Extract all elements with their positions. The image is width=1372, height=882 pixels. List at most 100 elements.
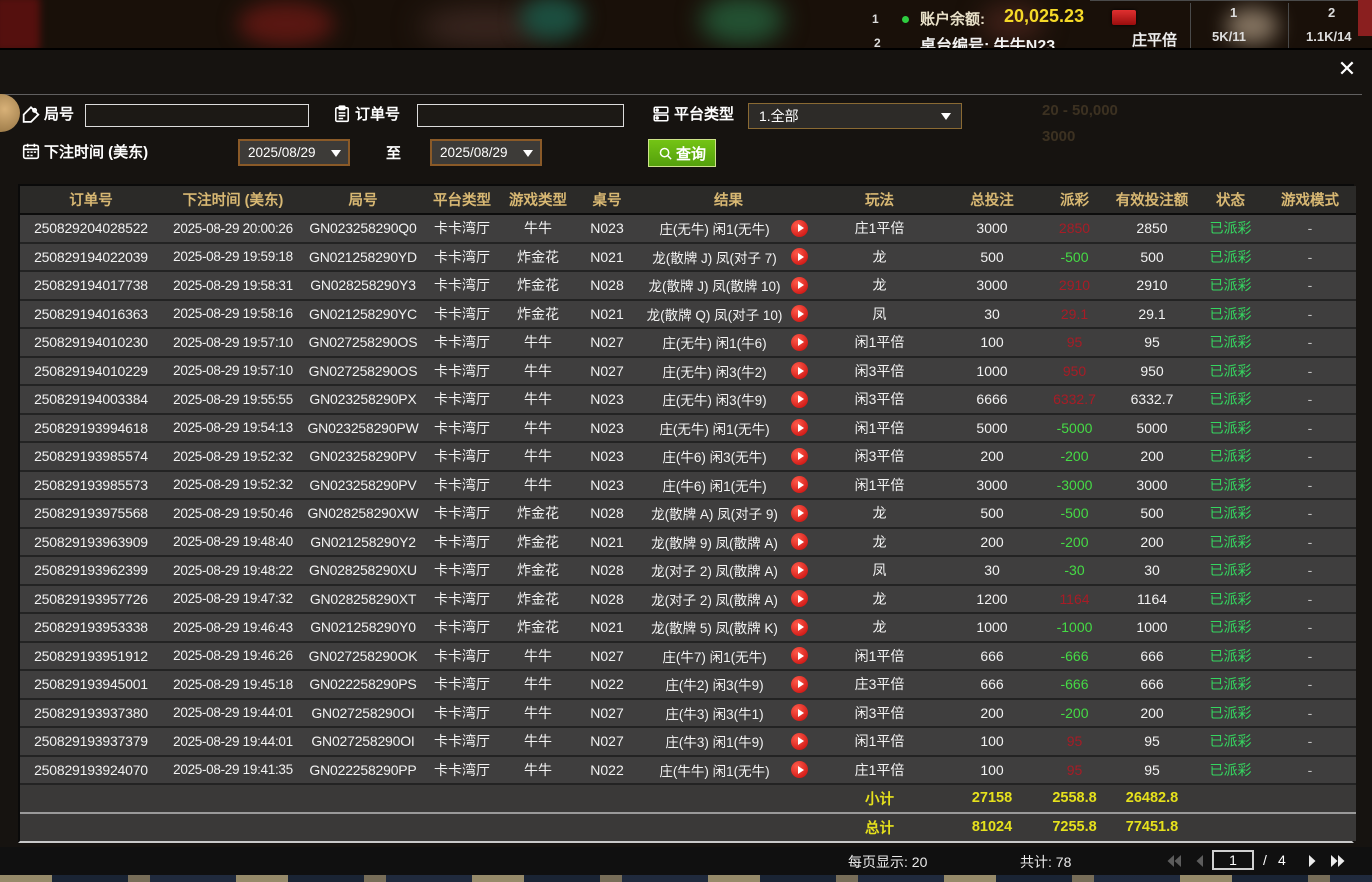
result-text: 庄(牛6) 闲3(无牛) (662, 450, 766, 465)
result-text: 龙(散牌 5) 凤(散牌 K) (651, 621, 778, 636)
replay-video-icon[interactable] (791, 733, 808, 750)
replay-video-icon[interactable] (791, 391, 808, 408)
last-page-icon[interactable] (1330, 854, 1346, 868)
cell-play-type: 龙 (817, 271, 942, 300)
cell-result: 龙(散牌 J) 凤(散牌 10) (640, 271, 817, 300)
cell-table-no: N022 (574, 670, 640, 699)
cell-play-type: 龙 (817, 585, 942, 614)
date-from-select[interactable]: 2025/08/29 (238, 139, 350, 166)
cell-play-type: 龙 (817, 528, 942, 557)
summary-spacer (1264, 784, 1356, 813)
first-page-icon[interactable] (1166, 854, 1182, 868)
summary-label: 小计 (817, 784, 942, 813)
cell-game-type: 牛牛 (502, 328, 574, 357)
replay-video-icon[interactable] (791, 704, 808, 721)
cell-table-no: N027 (574, 357, 640, 386)
cell-table-no: N028 (574, 585, 640, 614)
page-separator: / (1263, 852, 1267, 868)
close-icon[interactable]: ✕ (1334, 56, 1360, 82)
pagination-footer: 每页显示: 20 共计: 78 / 4 (0, 847, 1372, 875)
replay-video-icon[interactable] (791, 505, 808, 522)
platform-type-select[interactable]: 1.全部 (748, 103, 962, 129)
cell-game-mode: - (1264, 414, 1356, 443)
cell-valid-bet: 950 (1107, 357, 1197, 386)
replay-video-icon[interactable] (791, 277, 808, 294)
result-text: 庄(牛3) 闲3(牛1) (665, 707, 763, 722)
replay-video-icon[interactable] (791, 334, 808, 351)
replay-video-icon[interactable] (791, 220, 808, 237)
cell-game-type: 炸金花 (502, 271, 574, 300)
replay-video-icon[interactable] (791, 362, 808, 379)
cell-payout: -1000 (1042, 613, 1107, 642)
replay-video-icon[interactable] (791, 248, 808, 265)
cell-order-id: 250829193937379 (20, 727, 162, 756)
cell-platform: 卡卡湾厅 (422, 300, 502, 329)
cell-platform: 卡卡湾厅 (422, 385, 502, 414)
seat-number-2: 2 (874, 36, 881, 48)
cell-game-type: 牛牛 (502, 385, 574, 414)
cell-round-id: GN021258290Y0 (304, 613, 422, 642)
table-row: 2508291939373802025-08-29 19:44:01GN0272… (20, 699, 1356, 728)
cell-game-type: 牛牛 (502, 642, 574, 671)
replay-video-icon[interactable] (791, 562, 808, 579)
search-button[interactable]: 查询 (648, 139, 716, 167)
replay-video-icon[interactable] (791, 647, 808, 664)
round-number-input[interactable] (85, 104, 309, 127)
order-number-input[interactable] (417, 104, 624, 127)
cell-valid-bet: 2910 (1107, 271, 1197, 300)
replay-video-icon[interactable] (791, 533, 808, 550)
cell-valid-bet: 666 (1107, 642, 1197, 671)
limit-col-2: 2 (1328, 5, 1335, 20)
replay-video-icon[interactable] (791, 476, 808, 493)
cell-result: 庄(无牛) 闲3(牛2) (640, 357, 817, 386)
cell-valid-bet: 95 (1107, 756, 1197, 785)
cell-result: 庄(牛7) 闲1(无牛) (640, 642, 817, 671)
bet-time-label: 下注时间 (美东) (44, 143, 148, 163)
replay-video-icon[interactable] (791, 761, 808, 778)
cell-round-id: GN023258290Q0 (304, 214, 422, 243)
cell-bet-time: 2025-08-29 19:47:32 (162, 585, 304, 614)
replay-video-icon[interactable] (791, 305, 808, 322)
cell-play-type: 凤 (817, 556, 942, 585)
cell-game-mode: - (1264, 328, 1356, 357)
result-text: 庄(无牛) 闲1(无牛) (659, 222, 769, 237)
cell-game-type: 牛牛 (502, 756, 574, 785)
cell-payout: -30 (1042, 556, 1107, 585)
cell-platform: 卡卡湾厅 (422, 471, 502, 500)
cell-game-mode: - (1264, 243, 1356, 272)
prev-page-icon[interactable] (1192, 854, 1208, 868)
cell-game-type: 牛牛 (502, 670, 574, 699)
column-header: 结果 (640, 186, 817, 214)
cell-order-id: 250829194016363 (20, 300, 162, 329)
date-to-select[interactable]: 2025/08/29 (430, 139, 542, 166)
table-row: 2508291939577262025-08-29 19:47:32GN0282… (20, 585, 1356, 614)
replay-video-icon[interactable] (791, 419, 808, 436)
cell-play-type: 龙 (817, 499, 942, 528)
page-number-input[interactable] (1212, 850, 1254, 870)
cell-game-mode: - (1264, 385, 1356, 414)
chevron-down-icon (941, 113, 951, 120)
cell-result: 庄(牛牛) 闲1(无牛) (640, 756, 817, 785)
cell-round-id: GN027258290OI (304, 699, 422, 728)
replay-video-icon[interactable] (791, 590, 808, 607)
table-row: 2508291939946182025-08-29 19:54:13GN0232… (20, 414, 1356, 443)
cell-bet-time: 2025-08-29 19:52:32 (162, 471, 304, 500)
page-total: 4 (1278, 852, 1286, 868)
total-row: 总计810247255.877451.8 (20, 813, 1356, 842)
table-row: 2508292040285222025-08-29 20:00:26GN0232… (20, 214, 1356, 243)
replay-video-icon[interactable] (791, 676, 808, 693)
replay-video-icon[interactable] (791, 448, 808, 465)
cell-valid-bet: 200 (1107, 528, 1197, 557)
replay-video-icon[interactable] (791, 619, 808, 636)
next-page-icon[interactable] (1304, 854, 1320, 868)
column-header: 有效投注额 (1107, 186, 1197, 214)
cell-game-mode: - (1264, 727, 1356, 756)
cell-result: 庄(牛6) 闲3(无牛) (640, 442, 817, 471)
cell-bet-time: 2025-08-29 19:54:13 (162, 414, 304, 443)
cell-game-type: 炸金花 (502, 300, 574, 329)
cell-platform: 卡卡湾厅 (422, 214, 502, 243)
cell-valid-bet: 6332.7 (1107, 385, 1197, 414)
cell-table-no: N023 (574, 385, 640, 414)
cell-payout: 95 (1042, 727, 1107, 756)
result-text: 龙(对子 2) 凤(散牌 A) (651, 593, 778, 608)
